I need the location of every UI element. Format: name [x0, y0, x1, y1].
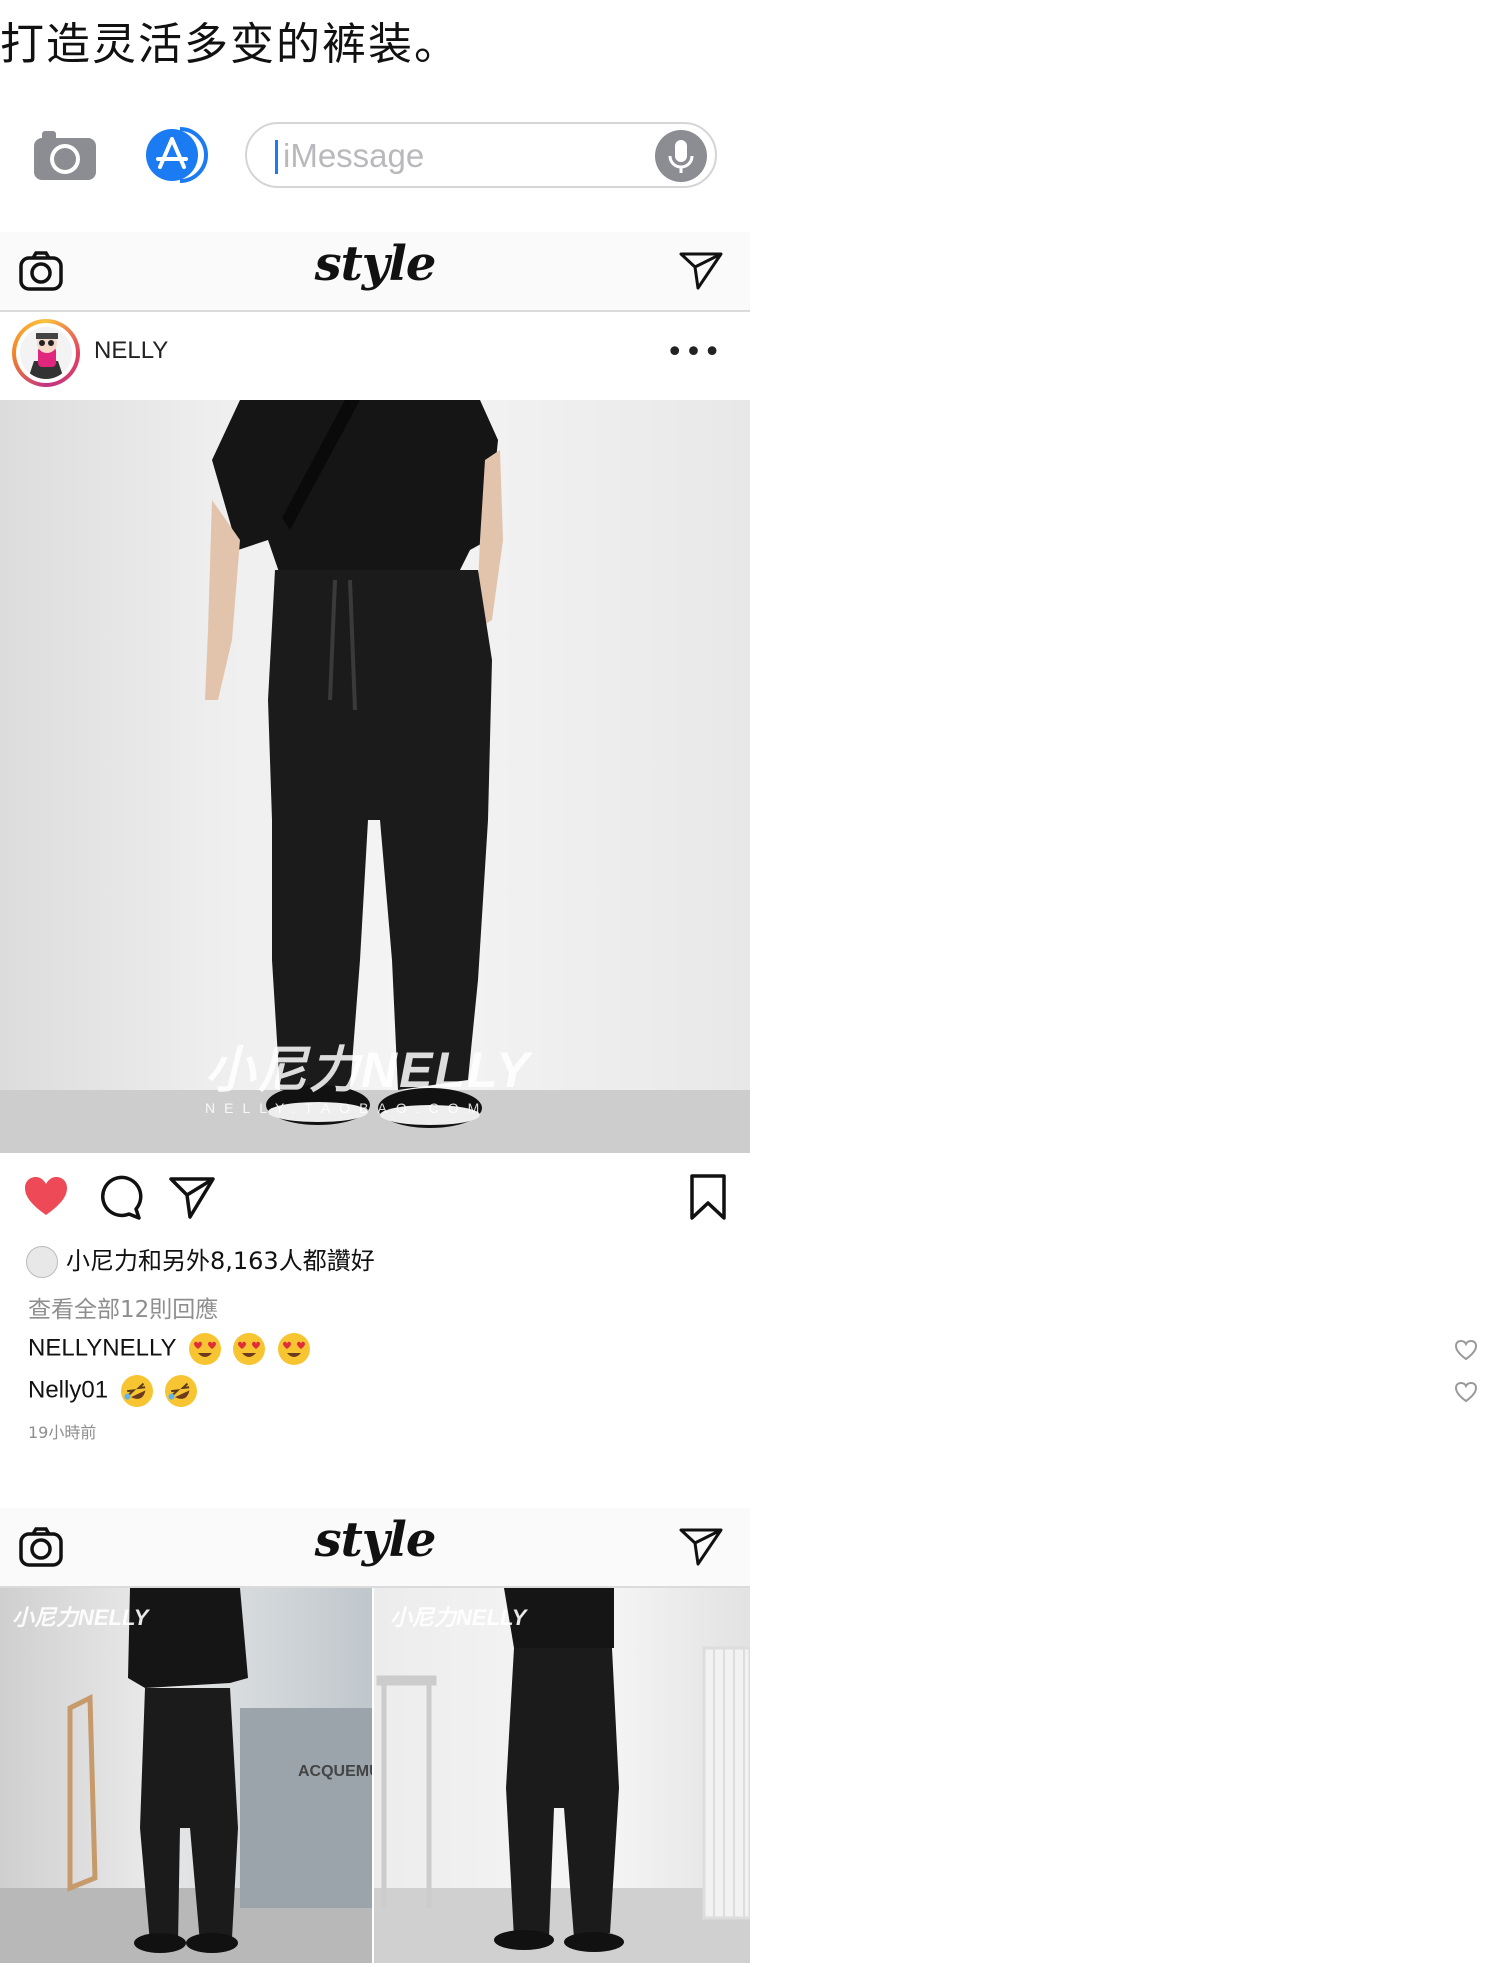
post-actions [0, 1163, 750, 1233]
feed-header: style [0, 232, 750, 312]
avatar[interactable] [12, 319, 80, 387]
post-header: NELLY ••• [0, 315, 750, 395]
comment-row: NELLYNELLY [28, 1333, 311, 1365]
microphone-icon[interactable] [655, 130, 707, 182]
heart-eyes-emoji [233, 1333, 266, 1365]
photo-watermark: 小尼力NELLY [12, 1605, 149, 1630]
photo-watermark: 小尼力NELLY [390, 1605, 527, 1630]
more-options-icon[interactable]: ••• [666, 335, 722, 370]
post-photo-left[interactable]: 小尼力NELLY ACQUEMUS [0, 1588, 372, 1963]
app-store-icon[interactable] [142, 125, 212, 185]
app-logo: style [314, 236, 437, 292]
post-photo-right[interactable]: 小尼力NELLY [374, 1588, 750, 1963]
photo-watermark-sub: NELLY.TAOBAO.COM [205, 1100, 489, 1116]
bookmark-icon[interactable] [684, 1173, 732, 1221]
comment-username[interactable]: Nelly01 [28, 1376, 108, 1403]
camera-icon[interactable] [30, 126, 100, 186]
comment-row: Nelly01 [28, 1369, 203, 1413]
comment-icon[interactable] [96, 1173, 144, 1221]
text-cursor [275, 140, 278, 174]
post-photo[interactable]: 小尼力NELLY NELLY.TAOBAO.COM [0, 400, 750, 1153]
heart-eyes-emoji [188, 1333, 221, 1365]
photo-watermark: 小尼力NELLY [205, 1042, 532, 1098]
post-timestamp: 19小時前 [28, 1423, 97, 1442]
rofl-emoji [160, 1369, 203, 1413]
liker-avatar [26, 1246, 58, 1278]
imessage-placeholder: iMessage [283, 137, 425, 174]
likes-summary[interactable]: 小尼力和另外8,163人都讚好 [26, 1241, 375, 1278]
comment-like-heart-icon[interactable] [1454, 1339, 1478, 1361]
direct-send-icon[interactable] [678, 250, 724, 292]
view-all-comments-link[interactable]: 查看全部12則回應 [28, 1290, 218, 1324]
heart-eyes-emoji [278, 1333, 311, 1365]
direct-send-icon[interactable] [678, 1526, 724, 1568]
like-heart-icon[interactable] [22, 1173, 70, 1221]
background-sign: ACQUEMUS [298, 1763, 372, 1780]
rofl-emoji [115, 1369, 158, 1413]
comment-username[interactable]: NELLYNELLY [28, 1334, 176, 1361]
caption-text: 打造灵活多变的裤装。 [0, 19, 460, 70]
feed-header: style [0, 1508, 750, 1588]
comment-like-heart-icon[interactable] [1454, 1381, 1478, 1403]
app-logo: style [314, 1512, 437, 1568]
imessage-compose-bar: iMessage [0, 110, 750, 200]
share-icon[interactable] [168, 1173, 216, 1221]
post-username[interactable]: NELLY [94, 337, 168, 365]
imessage-input[interactable]: iMessage [245, 122, 717, 188]
likes-text: 小尼力和另外8,163人都讚好 [66, 1247, 375, 1275]
